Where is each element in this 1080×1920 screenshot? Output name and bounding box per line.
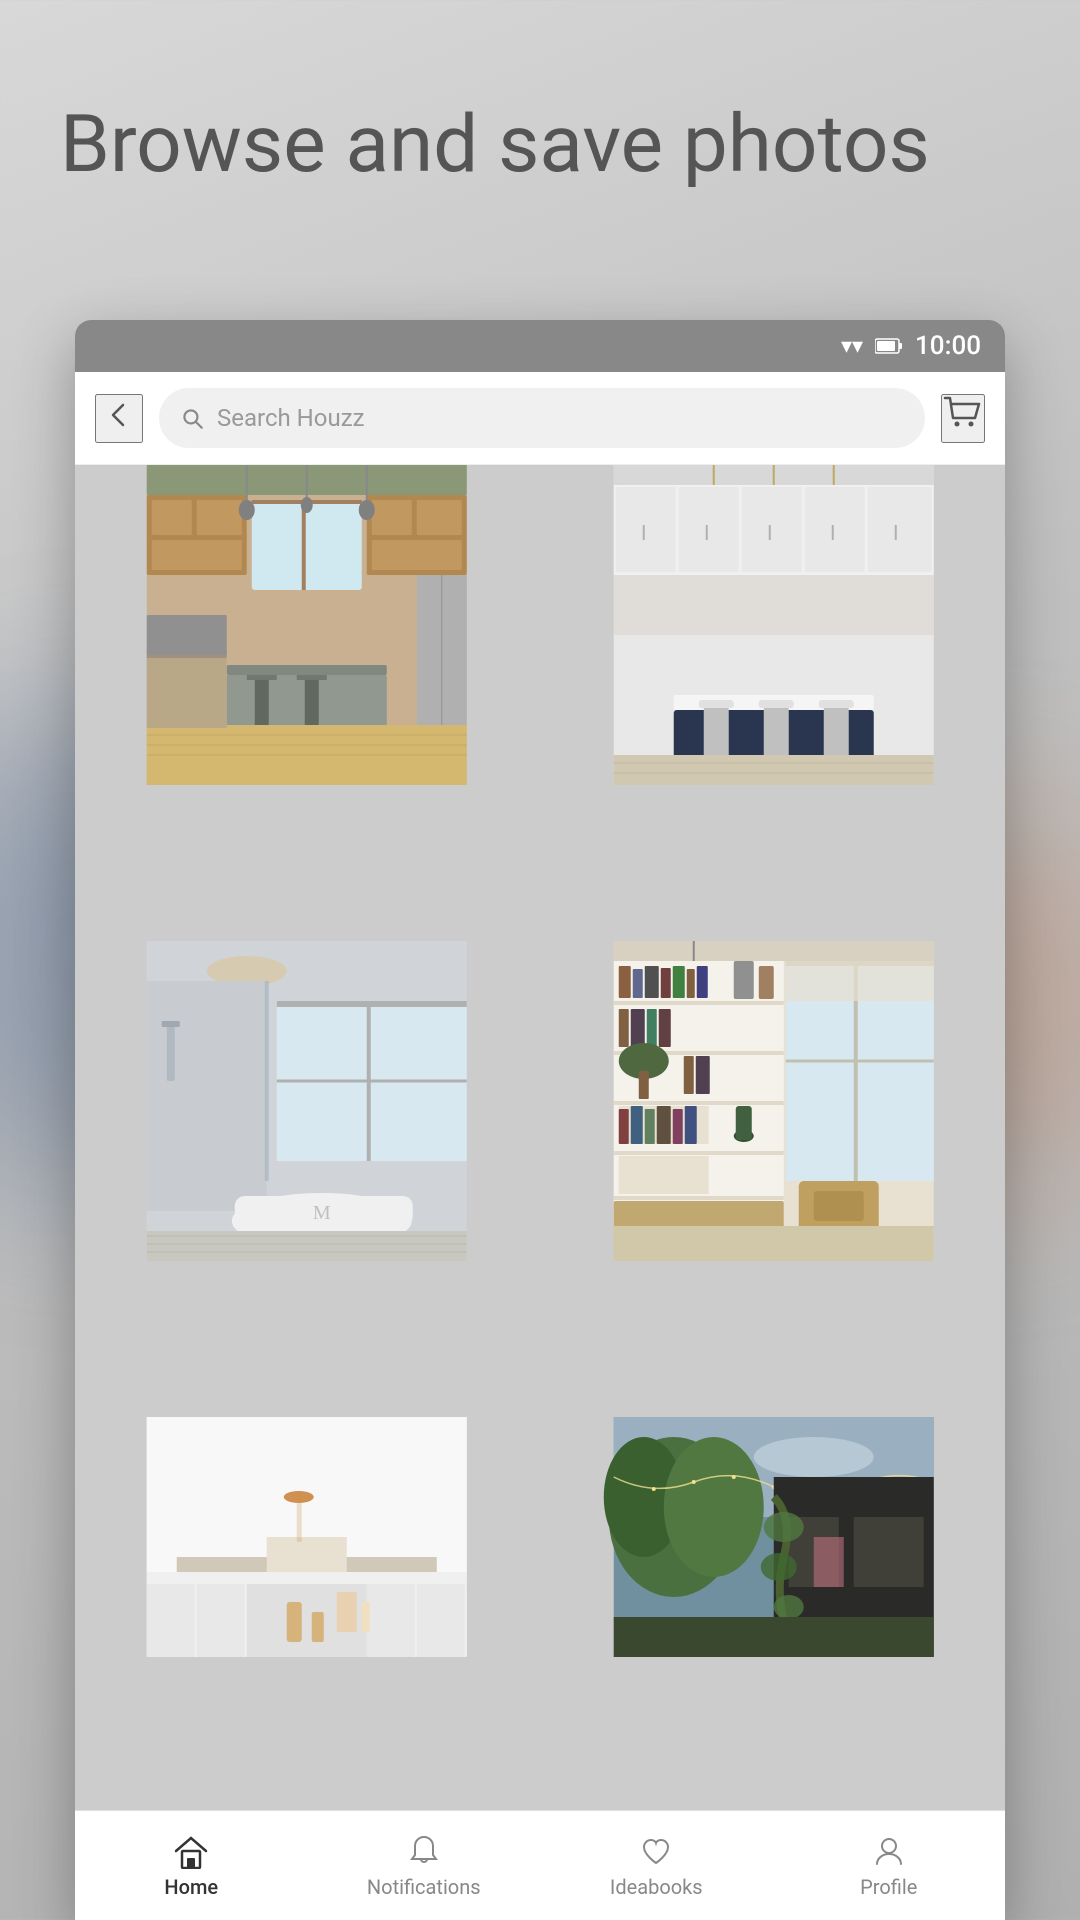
photo-kitchen2[interactable] bbox=[542, 465, 1006, 785]
search-bar-area: Search Houzz bbox=[75, 372, 1005, 465]
nav-item-ideabooks[interactable]: Ideabooks bbox=[540, 1811, 773, 1920]
photo-exterior[interactable] bbox=[542, 1417, 1006, 1657]
photo-library[interactable] bbox=[542, 941, 1006, 1261]
photo-white-kitchen2[interactable] bbox=[75, 1417, 539, 1657]
hero-text: Browse and save photos bbox=[60, 100, 1020, 188]
home-icon bbox=[171, 1833, 211, 1869]
phone-frame: ▾▾ 10:00 Search Houzz bbox=[75, 320, 1005, 1920]
nav-label-notifications: Notifications bbox=[367, 1875, 481, 1899]
nav-item-home[interactable]: Home bbox=[75, 1811, 308, 1920]
heart-icon bbox=[638, 1833, 674, 1869]
status-time: 10:00 bbox=[915, 331, 981, 361]
back-button[interactable] bbox=[95, 394, 143, 443]
nav-label-home: Home bbox=[164, 1875, 218, 1899]
status-bar: ▾▾ 10:00 bbox=[75, 320, 1005, 372]
svg-text:M: M bbox=[313, 1202, 331, 1224]
nav-item-profile[interactable]: Profile bbox=[773, 1811, 1006, 1920]
wifi-icon: ▾▾ bbox=[841, 334, 863, 359]
cart-button[interactable] bbox=[941, 394, 985, 443]
photo-bathroom[interactable]: M bbox=[75, 941, 539, 1261]
search-box[interactable]: Search Houzz bbox=[159, 388, 925, 448]
nav-item-notifications[interactable]: Notifications bbox=[308, 1811, 541, 1920]
nav-label-profile: Profile bbox=[860, 1875, 917, 1899]
photo-grid: M bbox=[75, 465, 1005, 1810]
battery-icon bbox=[875, 338, 903, 354]
nav-label-ideabooks: Ideabooks bbox=[610, 1875, 703, 1899]
search-placeholder: Search Houzz bbox=[217, 404, 365, 432]
bell-icon bbox=[406, 1833, 442, 1869]
bottom-nav: Home Notifications Ideabooks Profile bbox=[75, 1810, 1005, 1920]
search-icon bbox=[179, 405, 205, 431]
person-icon bbox=[871, 1833, 907, 1869]
photo-kitchen1[interactable] bbox=[75, 465, 539, 785]
